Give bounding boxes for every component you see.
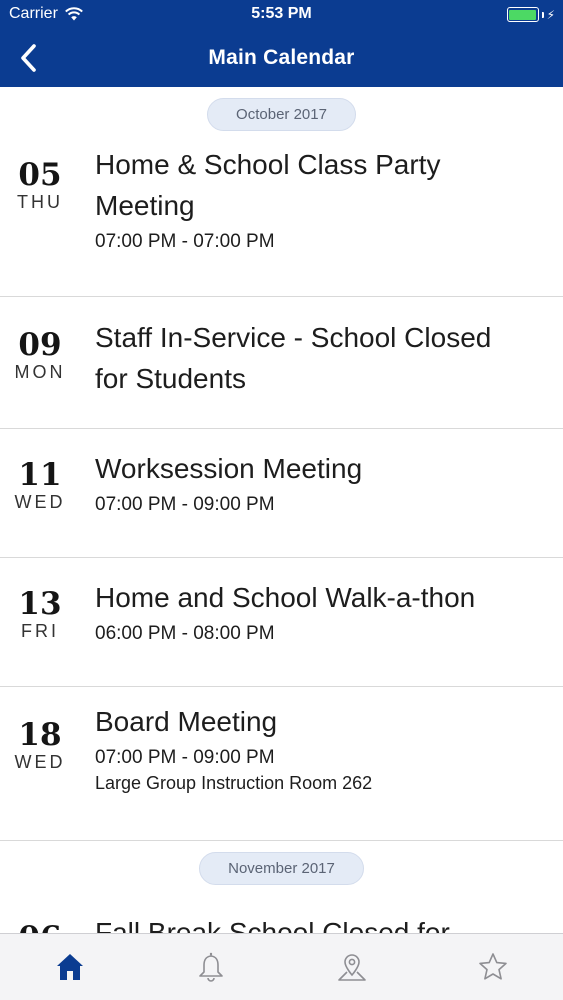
tab-bar (0, 933, 563, 1000)
tab-map[interactable] (282, 934, 423, 1000)
event-row[interactable]: 05 THU Home & School Class Party Meeting… (0, 142, 563, 297)
event-time: 07:00 PM - 09:00 PM (95, 747, 275, 768)
event-row[interactable]: 09 MON Staff In-Service - School Closed … (0, 297, 563, 429)
event-info: Board Meeting 07:00 PM - 09:00 PM Large … (80, 701, 545, 840)
event-title: Staff In-Service - School Closed for Stu… (95, 322, 492, 394)
event-title: Worksession Meeting (95, 453, 363, 484)
charging-bolt-icon: ⚡ (546, 7, 555, 22)
event-weekday: FRI (21, 621, 59, 641)
app-header: Carrier 5:53 PM ⚡ Main Calendar (0, 0, 563, 87)
event-info: Fall Break School Closed for (80, 912, 545, 933)
event-row[interactable]: 11 WED Worksession Meeting 07:00 PM - 09… (0, 429, 563, 558)
event-row[interactable]: 18 WED Board Meeting 07:00 PM - 09:00 PM… (0, 687, 563, 841)
event-title: Home & School Class Party Meeting (95, 149, 441, 221)
event-info: Home and School Walk-a-thon 06:00 PM - 0… (80, 577, 545, 686)
event-time: 06:00 PM - 08:00 PM (95, 623, 275, 644)
event-day: 11 (18, 457, 62, 493)
home-icon (57, 954, 84, 980)
event-title: Fall Break School Closed for (95, 917, 450, 933)
status-time: 5:53 PM (251, 5, 312, 22)
tab-notifications[interactable] (141, 934, 282, 1000)
nav-bar: Main Calendar (0, 30, 563, 87)
event-info: Home & School Class Party Meeting 07:00 … (80, 144, 545, 296)
event-weekday: WED (14, 752, 66, 772)
event-date: 18 WED (0, 701, 80, 840)
map-pin-icon (338, 954, 366, 981)
battery-icon (506, 7, 539, 22)
tab-favorites[interactable] (422, 934, 563, 1000)
month-label: October 2017 (207, 98, 356, 131)
event-info: Worksession Meeting 07:00 PM - 09:00 PM (80, 448, 545, 557)
event-location: Large Group Instruction Room 262 (95, 773, 373, 793)
month-header: November 2017 (0, 841, 563, 896)
month-label: November 2017 (199, 852, 364, 885)
calendar-list[interactable]: October 2017 05 THU Home & School Class … (0, 87, 563, 933)
page-title: Main Calendar (208, 46, 355, 69)
status-bar: Carrier 5:53 PM ⚡ (0, 0, 563, 30)
star-icon (478, 953, 507, 980)
event-weekday: WED (14, 492, 66, 512)
bell-icon (199, 952, 223, 982)
event-weekday: THU (17, 192, 63, 212)
event-day: 09 (18, 327, 62, 363)
event-date: 09 MON (0, 317, 80, 428)
battery-indicator: ⚡ (506, 7, 555, 22)
event-date: 06 (0, 912, 80, 933)
event-date: 05 THU (0, 144, 80, 296)
tab-home[interactable] (0, 934, 141, 1000)
event-day: 18 (18, 717, 62, 753)
event-info: Staff In-Service - School Closed for Stu… (80, 317, 545, 428)
event-time: 07:00 PM - 09:00 PM (95, 494, 275, 515)
event-date: 11 WED (0, 448, 80, 557)
event-time: 07:00 PM - 07:00 PM (95, 231, 275, 252)
event-day: 05 (18, 157, 62, 193)
event-date: 13 FRI (0, 577, 80, 686)
month-header: October 2017 (0, 87, 563, 142)
event-title: Home and School Walk-a-thon (95, 582, 476, 613)
event-day: 13 (18, 586, 62, 622)
event-day: 06 (0, 922, 80, 933)
event-title: Board Meeting (95, 706, 278, 737)
event-weekday: MON (14, 362, 66, 382)
event-row[interactable]: 13 FRI Home and School Walk-a-thon 06:00… (0, 558, 563, 687)
event-row[interactable]: 06 Fall Break School Closed for (0, 896, 563, 933)
